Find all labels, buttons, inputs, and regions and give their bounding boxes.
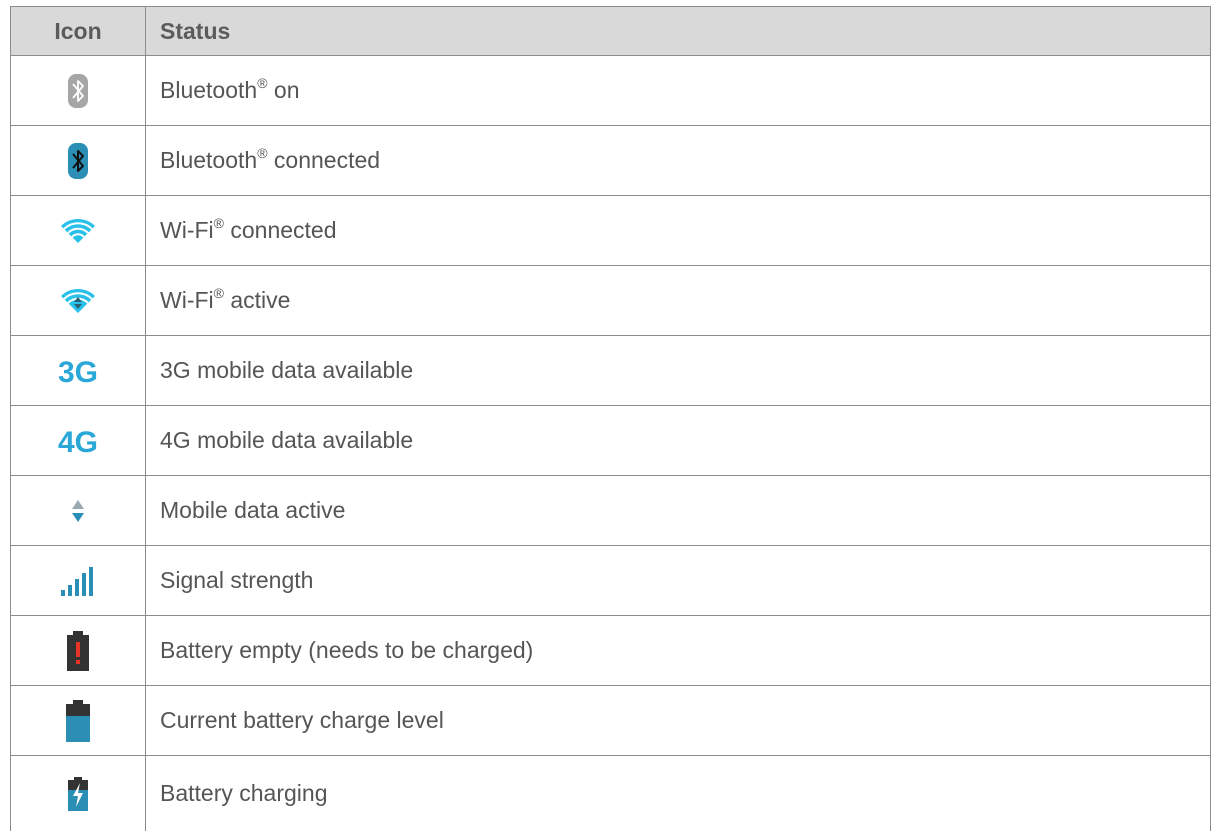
status-text: Wi-Fi® active bbox=[146, 266, 1211, 336]
status-text: Wi-Fi® connected bbox=[146, 196, 1211, 266]
wifi-active-icon bbox=[60, 287, 96, 315]
table-row: Battery charging bbox=[11, 756, 1211, 831]
table-row: 4G 4G mobile data available bbox=[11, 406, 1211, 476]
status-text: Current battery charge level bbox=[146, 686, 1211, 756]
battery-empty-icon bbox=[67, 631, 89, 671]
svg-text:3G: 3G bbox=[58, 356, 98, 388]
table-row: Bluetooth® on bbox=[11, 56, 1211, 126]
table-row: Mobile data active bbox=[11, 476, 1211, 546]
battery-charging-icon bbox=[68, 777, 88, 811]
table-row: Wi-Fi® active bbox=[11, 266, 1211, 336]
status-text: Bluetooth® connected bbox=[146, 126, 1211, 196]
3g-icon: 3G bbox=[54, 354, 102, 388]
table-header-row: Icon Status bbox=[11, 7, 1211, 56]
status-text: Battery charging bbox=[146, 756, 1211, 831]
wifi-connected-icon bbox=[60, 217, 96, 245]
header-icon: Icon bbox=[11, 7, 146, 56]
mobile-data-active-icon bbox=[71, 498, 85, 524]
table-row: Bluetooth® connected bbox=[11, 126, 1211, 196]
status-text: Battery empty (needs to be charged) bbox=[146, 616, 1211, 686]
status-icon-table: Icon Status Bluetooth® on Bluetooth® c bbox=[10, 6, 1211, 831]
signal-strength-icon bbox=[60, 566, 96, 596]
status-text: 4G mobile data available bbox=[146, 406, 1211, 476]
4g-icon: 4G bbox=[54, 424, 102, 458]
table-row: Signal strength bbox=[11, 546, 1211, 616]
table-row: Wi-Fi® connected bbox=[11, 196, 1211, 266]
svg-text:4G: 4G bbox=[58, 426, 98, 458]
bluetooth-on-icon bbox=[68, 74, 88, 108]
header-status: Status bbox=[146, 7, 1211, 56]
table-row: Battery empty (needs to be charged) bbox=[11, 616, 1211, 686]
status-text: Signal strength bbox=[146, 546, 1211, 616]
battery-level-icon bbox=[66, 700, 90, 742]
bluetooth-connected-icon bbox=[68, 143, 88, 179]
status-text: 3G mobile data available bbox=[146, 336, 1211, 406]
status-text: Bluetooth® on bbox=[146, 56, 1211, 126]
table-row: Current battery charge level bbox=[11, 686, 1211, 756]
status-text: Mobile data active bbox=[146, 476, 1211, 546]
table-row: 3G 3G mobile data available bbox=[11, 336, 1211, 406]
